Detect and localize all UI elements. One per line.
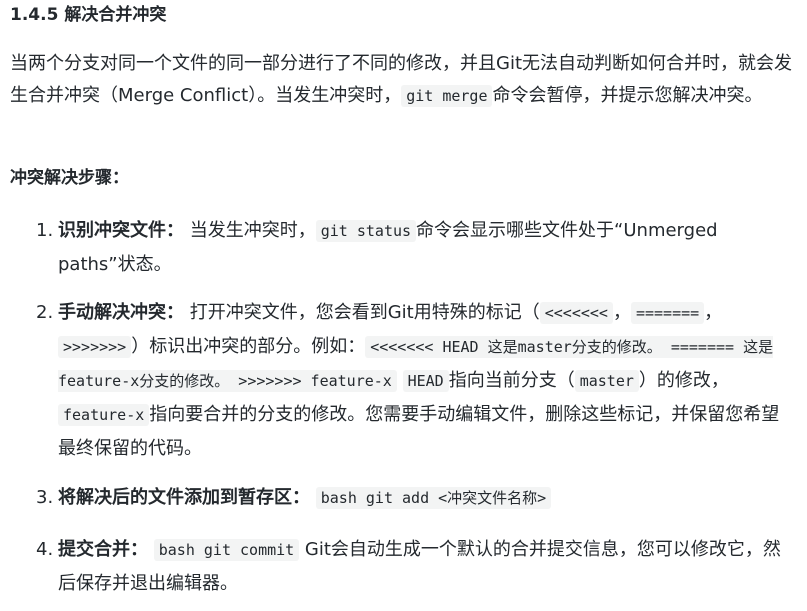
step-item-commit: 4. 提交合并： bash git commit Git会自动生成一个默认的合并… [36,533,796,600]
inline-code-git-commit: bash git commit [153,539,300,561]
section-heading: 1.4.5 解决合并冲突 [10,5,167,25]
intro-paragraph: 当两个分支对同一个文件的同一部分进行了不同的修改，并且Git无法自动判断如何合并… [10,48,800,112]
step-item-resolve: 2. 手动解决冲突： 打开冲突文件，您会看到Git用特殊的标记（ <<<<<<<，… [36,296,796,465]
step-body: 识别冲突文件： 当发生冲突时， git status 命令会显示哪些文件处于“Unm… [58,214,796,281]
step-text [310,487,316,508]
step-text: 当发生冲突时， [184,220,316,241]
steps-title: 冲突解决步骤： [10,168,129,188]
document-page: 1.4.5 解决合并冲突 当两个分支对同一个文件的同一部分进行了不同的修改，并且… [0,0,807,611]
inline-code-git-merge: git merge [401,85,493,107]
step-label: 提交合并： [58,539,148,560]
step-label: 将解决后的文件添加到暂存区： [58,487,310,508]
step-text: ）标识出冲突的部分。例如： [131,336,366,357]
step-text: 指向要合并的分支的修改。您需要手动编辑文件，删除这些标记，并保留您希望最终保留的… [58,404,780,459]
step-body: 手动解决冲突： 打开冲突文件，您会看到Git用特殊的标记（ <<<<<<<， ===… [58,296,796,465]
step-text: ）的修改， [638,370,729,391]
step-number: 1. [36,220,54,241]
step-body: 将解决后的文件添加到暂存区： bash git add <冲突文件名称> [58,481,796,515]
step-number: 2. [36,302,54,323]
inline-code-feature-x: feature-x [58,404,150,426]
step-text [148,539,154,560]
inline-code-marker-ours: <<<<<<< [539,302,613,324]
inline-code-git-status: git status [315,220,417,242]
inline-code-master: master [574,370,639,392]
step-number: 4. [36,539,54,560]
step-text: 打开冲突文件，您会看到Git用特殊的标记（ [184,302,540,323]
step-number: 3. [36,487,54,508]
step-text: ， [704,302,723,323]
step-label: 识别冲突文件： [58,220,184,241]
step-body: 提交合并： bash git commit Git会自动生成一个默认的合并提交信… [58,533,796,600]
step-text: ， [612,302,631,323]
step-item-add: 3. 将解决后的文件添加到暂存区： bash git add <冲突文件名称> [36,481,796,515]
intro-text-2: 命令会暂停，并提示您解决冲突。 [492,85,763,106]
inline-code-git-add: bash git add <冲突文件名称> [315,487,552,509]
step-item-identify: 1. 识别冲突文件： 当发生冲突时， git status 命令会显示哪些文件处于“… [36,214,796,281]
step-text: 指向当前分支（ [448,370,575,391]
step-label: 手动解决冲突： [58,302,184,323]
inline-code-head: HEAD [402,370,449,392]
inline-code-marker-separator: ======= [630,302,705,324]
step-text [397,370,403,391]
inline-code-marker-theirs: >>>>>>> [58,336,132,358]
